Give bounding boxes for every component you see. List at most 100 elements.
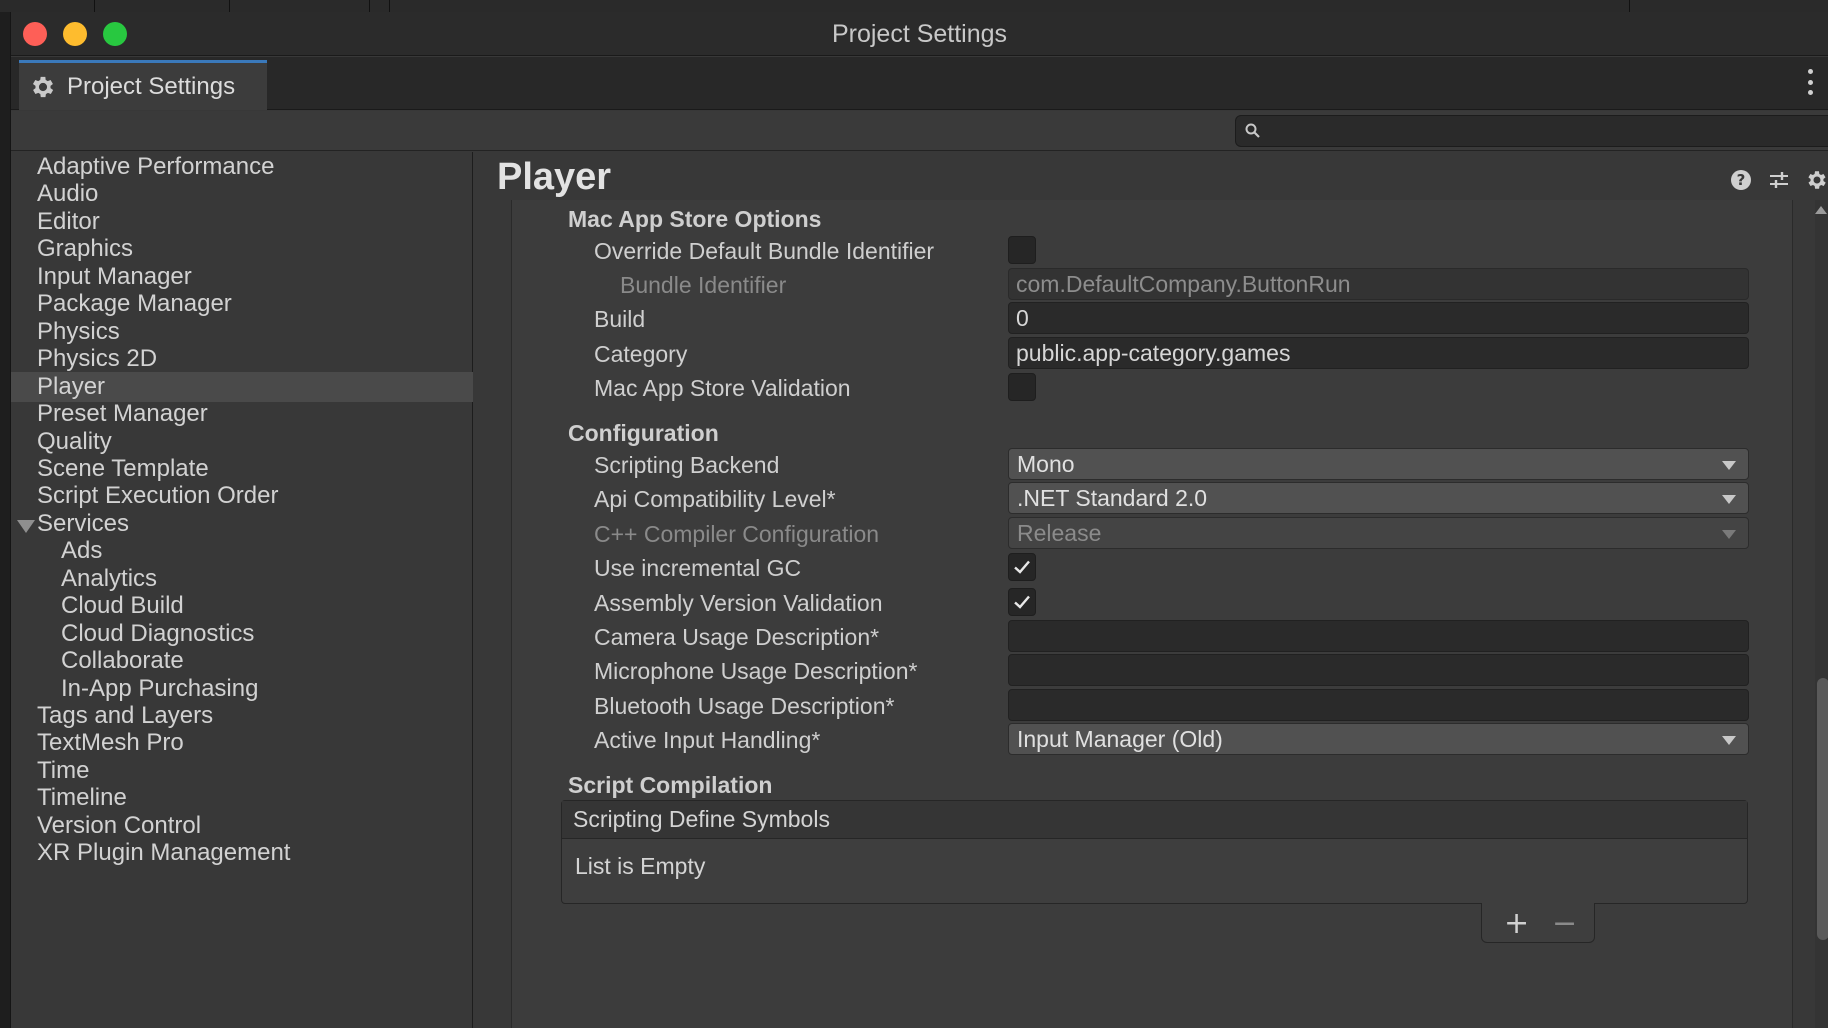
sidebar-item-version-control[interactable]: Version Control: [11, 811, 473, 841]
tab-project-settings[interactable]: Project Settings: [19, 60, 267, 110]
build-field[interactable]: 0: [1008, 302, 1749, 334]
sidebar-item-label: Services: [37, 509, 130, 537]
sidebar-item-package-manager[interactable]: Package Manager: [11, 289, 473, 319]
sidebar-item-audio[interactable]: Audio: [11, 179, 473, 209]
search-input[interactable]: [1235, 115, 1828, 147]
sidebar-item-tags-and-layers[interactable]: Tags and Layers: [11, 701, 473, 731]
sidebar-item-label: Cloud Diagnostics: [61, 619, 255, 647]
sidebar-item-label: Preset Manager: [37, 400, 208, 428]
gear-icon[interactable]: [1805, 168, 1828, 192]
sidebar-item-collaborate[interactable]: Collaborate: [11, 646, 473, 676]
category-field[interactable]: public.app-category.games: [1008, 337, 1749, 369]
sidebar-item-graphics[interactable]: Graphics: [11, 234, 473, 264]
sidebar-item-label: Adaptive Performance: [37, 153, 275, 180]
desktop-segment: [0, 0, 95, 12]
bluetooth-usage-field[interactable]: [1008, 689, 1749, 721]
settings-toolbar: [11, 111, 1828, 151]
mac-app-store-validation-checkbox[interactable]: [1008, 373, 1036, 401]
sidebar-item-services[interactable]: Services: [11, 509, 473, 539]
sidebar-item-xr-plugin-management[interactable]: XR Plugin Management: [11, 838, 473, 868]
bluetooth-usage-label: Bluetooth Usage Description*: [594, 693, 895, 719]
override-bundle-checkbox[interactable]: [1008, 236, 1036, 264]
sidebar-item-label: Tags and Layers: [37, 702, 214, 729]
remove-symbol-button[interactable]: −: [1552, 909, 1577, 939]
desktop-segment: [95, 0, 230, 12]
sidebar-item-adaptive-performance[interactable]: Adaptive Performance: [11, 152, 473, 182]
chevron-down-icon: [1722, 461, 1736, 470]
player-inspector: Mac App Store Options Override Default B…: [511, 200, 1793, 1028]
override-bundle-label: Override Default Bundle Identifier: [594, 238, 935, 264]
help-icon[interactable]: ?: [1729, 168, 1753, 192]
api-compatibility-value: .NET Standard 2.0: [1017, 485, 1208, 511]
sidebar-item-analytics[interactable]: Analytics: [11, 564, 473, 594]
sidebar-item-label: Scene Template: [37, 454, 209, 482]
sidebar-item-player[interactable]: Player: [11, 371, 473, 402]
checkmark-icon: [1014, 595, 1030, 609]
sidebar-item-scene-template[interactable]: Scene Template: [11, 454, 473, 484]
active-input-handling-dropdown[interactable]: Input Manager (Old): [1008, 723, 1749, 755]
sliders-icon[interactable]: [1767, 168, 1791, 192]
assembly-validation-checkbox[interactable]: [1008, 588, 1036, 616]
sidebar-item-input-manager[interactable]: Input Manager: [11, 262, 473, 292]
sidebar-item-label: Ads: [61, 537, 103, 565]
desktop-segment: [1610, 0, 1630, 12]
window-title: Project Settings: [831, 20, 1008, 48]
incremental-gc-checkbox[interactable]: [1008, 553, 1036, 581]
assembly-validation-label: Assembly Version Validation: [594, 590, 883, 616]
chevron-down-icon: [1722, 495, 1736, 504]
microphone-usage-label: Microphone Usage Description*: [594, 658, 918, 684]
tab-label: Project Settings: [67, 72, 236, 100]
sidebar-item-label: Player: [37, 372, 106, 400]
mac-app-store-validation-label: Mac App Store Validation: [594, 375, 851, 401]
sidebar-item-label: Physics: [37, 317, 120, 345]
sidebar-item-label: Audio: [37, 180, 99, 208]
incremental-gc-label: Use incremental GC: [594, 555, 802, 581]
cpp-compiler-config-dropdown: Release: [1008, 517, 1749, 549]
scripting-define-symbols-list: Scripting Define Symbols List is Empty: [561, 800, 1748, 904]
sidebar-item-in-app-purchasing[interactable]: In-App Purchasing: [11, 674, 473, 704]
sidebar-item-quality[interactable]: Quality: [11, 427, 473, 457]
sidebar-item-physics-2d[interactable]: Physics 2D: [11, 344, 473, 374]
cpp-compiler-config-value: Release: [1017, 520, 1102, 546]
scrollbar-thumb[interactable]: [1817, 678, 1828, 940]
sidebar-item-textmesh-pro[interactable]: TextMesh Pro: [11, 728, 473, 758]
active-input-handling-value: Input Manager (Old): [1017, 726, 1223, 752]
camera-usage-field[interactable]: [1008, 620, 1749, 652]
sidebar-item-cloud-build[interactable]: Cloud Build: [11, 591, 473, 621]
sidebar-item-label: Version Control: [37, 811, 202, 839]
sidebar-item-timeline[interactable]: Timeline: [11, 783, 473, 813]
sidebar-item-label: Editor: [37, 207, 100, 235]
sidebar-item-label: Analytics: [61, 564, 158, 592]
desktop-segment: [370, 0, 390, 12]
add-symbol-button[interactable]: +: [1504, 909, 1529, 939]
sidebar-item-script-execution-order[interactable]: Script Execution Order: [11, 481, 473, 511]
api-compatibility-label: Api Compatibility Level*: [594, 486, 836, 512]
sidebar-item-label: Graphics: [37, 235, 134, 263]
chevron-down-icon: [1722, 530, 1736, 539]
api-compatibility-dropdown[interactable]: .NET Standard 2.0: [1008, 482, 1749, 514]
caret-down-icon[interactable]: [17, 519, 35, 533]
scripting-backend-dropdown[interactable]: Mono: [1008, 448, 1749, 480]
page-title: Player: [497, 156, 612, 198]
sidebar-item-editor[interactable]: Editor: [11, 207, 473, 237]
search-icon: [1245, 123, 1260, 138]
scroll-up-arrow-icon[interactable]: [1815, 206, 1827, 214]
kebab-icon[interactable]: [1806, 69, 1814, 95]
desktop-strip: [0, 0, 1828, 12]
sidebar-item-cloud-diagnostics[interactable]: Cloud Diagnostics: [11, 619, 473, 649]
section-heading-script-compilation: Script Compilation: [568, 772, 773, 798]
microphone-usage-field[interactable]: [1008, 654, 1749, 686]
bundle-identifier-label: Bundle Identifier: [620, 272, 787, 298]
bundle-identifier-field: com.DefaultCompany.ButtonRun: [1008, 268, 1749, 300]
desktop-segment: [230, 0, 370, 12]
sidebar-item-ads[interactable]: Ads: [11, 536, 473, 566]
gear-icon: [32, 76, 54, 97]
sidebar-item-label: Cloud Build: [61, 592, 184, 620]
title-bar[interactable]: Project Settings: [11, 12, 1828, 56]
sidebar-item-time[interactable]: Time: [11, 756, 473, 786]
vertical-scrollbar[interactable]: [1815, 200, 1828, 1028]
header-icons: ?: [1729, 168, 1828, 194]
sidebar-item-preset-manager[interactable]: Preset Manager: [11, 399, 473, 429]
build-label: Build: [594, 306, 646, 332]
sidebar-item-physics[interactable]: Physics: [11, 317, 473, 347]
